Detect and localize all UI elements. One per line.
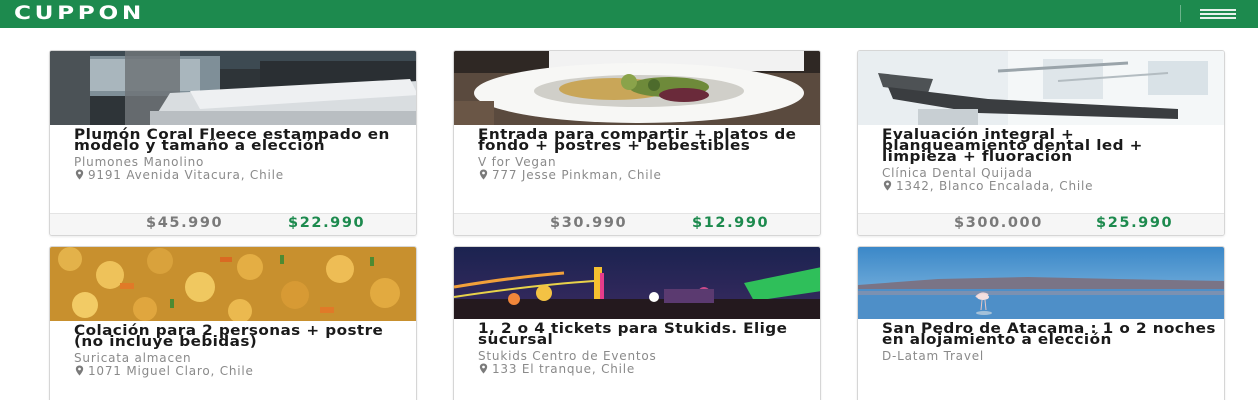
hamburger-menu-icon[interactable] — [1200, 7, 1238, 21]
vegan-salad-plate-photo[interactable] — [454, 51, 820, 125]
original-price: $45.990 — [146, 215, 224, 231]
deal-address: 9191 Avenida Vitacura, Chile — [74, 169, 392, 181]
cuppon-logo[interactable]: CUPPON — [14, 3, 145, 23]
deal-price: $25.990 — [1096, 215, 1174, 231]
deal-address-text: 1342, Blanco Encalada, Chile — [896, 179, 1094, 193]
location-pin-icon — [75, 365, 84, 376]
deal-card[interactable]: Plumón Coral Fleece estampado en modelo … — [49, 50, 417, 236]
deal-price: $12.990 — [692, 215, 770, 231]
deal-price: $22.990 — [288, 215, 366, 231]
deal-title[interactable]: Evaluación integral + blanqueamiento den… — [882, 128, 1216, 165]
price-bar: $300.000 $25.990 — [858, 213, 1224, 235]
merchant-name: D-Latam Travel — [882, 349, 985, 363]
original-price: $30.990 — [550, 215, 628, 231]
deal-address-text: 133 El tranque, Chile — [492, 362, 636, 376]
deal-card[interactable]: San Pedro de Atacama : 1 o 2 noches en a… — [857, 246, 1225, 400]
deal-title[interactable]: San Pedro de Atacama : 1 o 2 noches en a… — [882, 322, 1216, 348]
deal-address: 1342, Blanco Encalada, Chile — [882, 180, 1200, 192]
deal-title[interactable]: Colación para 2 personas + postre (no in… — [74, 324, 408, 350]
deal-address-text: 1071 Miguel Claro, Chile — [88, 364, 254, 378]
price-bar: $45.990 $22.990 — [50, 213, 416, 235]
merchant-name: Plumones Manolino — [74, 155, 205, 169]
location-pin-icon — [479, 169, 488, 180]
deal-address-text: 9191 Avenida Vitacura, Chile — [88, 168, 284, 182]
deal-title[interactable]: Plumón Coral Fleece estampado en modelo … — [74, 128, 408, 154]
original-price: $300.000 — [954, 215, 1043, 231]
merchant-name: Clínica Dental Quijada — [882, 166, 1033, 180]
menu-divider — [1180, 5, 1181, 22]
atacama-lagoon-flamingo-photo[interactable] — [858, 247, 1224, 319]
deal-address: 777 Jesse Pinkman, Chile — [478, 169, 796, 181]
deal-card[interactable]: Colación para 2 personas + postre (no in… — [49, 246, 417, 400]
deal-card[interactable]: Evaluación integral + blanqueamiento den… — [857, 50, 1225, 236]
merchant-name: V for Vegan — [478, 155, 557, 169]
merchant-name: Suricata almacen — [74, 351, 192, 365]
location-pin-icon — [479, 363, 488, 374]
top-navigation-bar: CUPPON — [0, 0, 1258, 28]
merchant-name: Stukids Centro de Eventos — [478, 349, 657, 363]
dental-chair-photo[interactable] — [858, 51, 1224, 125]
deal-address: 133 El tranque, Chile — [478, 363, 796, 375]
deal-card[interactable]: 1, 2 o 4 tickets para Stukids. Elige suc… — [453, 246, 821, 400]
deal-title[interactable]: Entrada para compartir + platos de fondo… — [478, 128, 812, 154]
deal-address: 1071 Miguel Claro, Chile — [74, 365, 392, 377]
food-dish-photo[interactable] — [50, 247, 416, 321]
location-pin-icon — [75, 169, 84, 180]
amusement-park-night-photo[interactable] — [454, 247, 820, 319]
bedroom-bed-photo[interactable] — [50, 51, 416, 125]
deal-address-text: 777 Jesse Pinkman, Chile — [492, 168, 662, 182]
location-pin-icon — [883, 180, 892, 191]
deal-title[interactable]: 1, 2 o 4 tickets para Stukids. Elige suc… — [478, 322, 812, 348]
deal-card[interactable]: Entrada para compartir + platos de fondo… — [453, 50, 821, 236]
price-bar: $30.990 $12.990 — [454, 213, 820, 235]
